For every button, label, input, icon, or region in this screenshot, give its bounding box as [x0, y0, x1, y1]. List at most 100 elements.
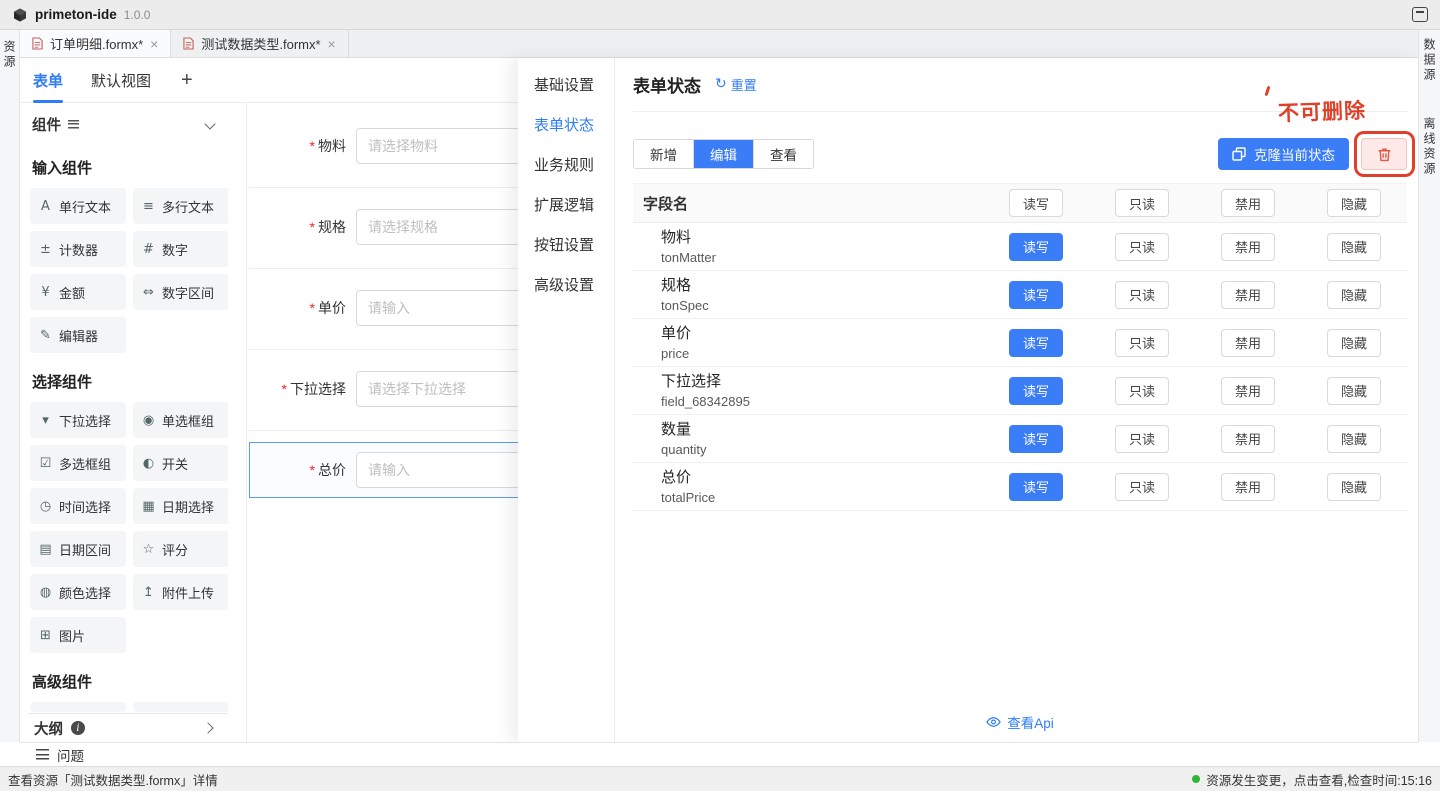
component-item-number[interactable]: #数字: [133, 231, 228, 267]
state-disabled-button[interactable]: 禁用: [1221, 233, 1275, 261]
state-readwrite-button[interactable]: 读写: [1009, 281, 1063, 309]
datasource-dock-toggle[interactable]: 数据源: [1421, 38, 1438, 83]
menu-item-advanced-settings[interactable]: 高级设置: [518, 264, 614, 304]
state-readonly-button[interactable]: 只读: [1115, 473, 1169, 501]
state-hidden-button[interactable]: 隐藏: [1327, 233, 1381, 261]
state-readwrite-button[interactable]: 读写: [1009, 425, 1063, 453]
state-disabled-button[interactable]: 禁用: [1221, 329, 1275, 357]
delete-state-button[interactable]: [1361, 138, 1407, 170]
state-disabled-button[interactable]: 禁用: [1221, 473, 1275, 501]
menu-item-form-state[interactable]: 表单状态: [518, 104, 614, 144]
state-hidden-button[interactable]: 隐藏: [1327, 425, 1381, 453]
component-item-switch[interactable]: ◐开关: [133, 445, 228, 481]
state-toolbar: 新增 编辑 查看 克隆当前状态: [633, 138, 1407, 170]
component-item-color-picker[interactable]: ◍颜色选择: [30, 574, 126, 610]
clone-current-state-button[interactable]: 克隆当前状态: [1218, 138, 1349, 170]
file-tab-order-detail[interactable]: 订单明细.formx* ×: [20, 30, 171, 57]
field-name: field_68342895: [661, 393, 983, 411]
component-item[interactable]: [133, 702, 228, 712]
info-icon[interactable]: i: [71, 721, 85, 735]
canvas-row-separator: [249, 430, 523, 431]
editor-icon: ✎: [38, 328, 53, 343]
state-disabled-button[interactable]: 禁用: [1221, 281, 1275, 309]
state-readonly-button[interactable]: 只读: [1115, 425, 1169, 453]
add-view-button[interactable]: +: [181, 70, 193, 90]
close-icon[interactable]: ×: [150, 37, 158, 51]
state-readwrite-button[interactable]: 读写: [1009, 377, 1063, 405]
changelog-icon[interactable]: [1412, 7, 1428, 22]
view-api-link[interactable]: 查看Api: [633, 712, 1407, 732]
component-item-multiline-text[interactable]: ≡多行文本: [133, 188, 228, 224]
problems-panel-toggle[interactable]: 问题: [20, 742, 1418, 766]
component-item[interactable]: [30, 702, 126, 712]
component-item-date-picker[interactable]: ▦日期选择: [133, 488, 228, 524]
field-name: tonMatter: [661, 249, 983, 267]
component-item-amount[interactable]: ¥金额: [30, 274, 126, 310]
component-item-editor[interactable]: ✎编辑器: [30, 317, 126, 353]
component-item-date-range[interactable]: ▤日期区间: [30, 531, 126, 567]
component-item-rating[interactable]: ☆评分: [133, 531, 228, 567]
chevron-right-icon[interactable]: [202, 722, 213, 733]
field-label: *规格: [247, 217, 346, 237]
table-row: 下拉选择field_68342895 读写 只读 禁用 隐藏: [633, 367, 1407, 415]
state-hidden-button[interactable]: 隐藏: [1327, 281, 1381, 309]
palette-menu-icon: [68, 120, 79, 129]
state-tab-add[interactable]: 新增: [634, 140, 694, 168]
state-readwrite-button[interactable]: 读写: [1009, 233, 1063, 261]
menu-item-extension-logic[interactable]: 扩展逻辑: [518, 184, 614, 224]
state-hidden-button[interactable]: 隐藏: [1327, 329, 1381, 357]
titlebar: primeton-ide 1.0.0: [0, 0, 1440, 30]
state-readonly-button[interactable]: 只读: [1115, 233, 1169, 261]
offline-resources-dock-toggle[interactable]: 离线资源: [1421, 117, 1438, 177]
canvas-row-separator: [249, 187, 523, 188]
state-disabled-button[interactable]: 禁用: [1221, 425, 1275, 453]
resources-dock-toggle[interactable]: 资源: [1, 40, 18, 742]
state-readonly-button[interactable]: 只读: [1115, 377, 1169, 405]
component-item-radio-group[interactable]: ◉单选框组: [133, 402, 228, 438]
resource-change-notice[interactable]: 资源发生变更，点击查看,检查时间:15:16: [1192, 770, 1432, 789]
component-item-time-picker[interactable]: ◷时间选择: [30, 488, 126, 524]
close-icon[interactable]: ×: [328, 37, 336, 51]
reset-link[interactable]: ↻重置: [715, 75, 757, 94]
field-label: 物料: [661, 227, 983, 249]
menu-item-button-settings[interactable]: 按钮设置: [518, 224, 614, 264]
radio-group-icon: ◉: [141, 413, 156, 428]
state-hidden-button[interactable]: 隐藏: [1327, 377, 1381, 405]
copy-icon: [1232, 147, 1246, 161]
field-name: totalPrice: [661, 489, 983, 507]
header-disabled-button[interactable]: 禁用: [1221, 189, 1275, 217]
field-label: 下拉选择: [661, 371, 983, 393]
state-tab-edit[interactable]: 编辑: [694, 140, 754, 168]
component-item-single-line-text[interactable]: A单行文本: [30, 188, 126, 224]
state-readonly-button[interactable]: 只读: [1115, 329, 1169, 357]
menu-item-basic-settings[interactable]: 基础设置: [518, 64, 614, 104]
state-disabled-button[interactable]: 禁用: [1221, 377, 1275, 405]
component-item-image[interactable]: ⊞图片: [30, 617, 126, 653]
problems-label: 问题: [57, 745, 84, 765]
component-item-attachment-upload[interactable]: ↥附件上传: [133, 574, 228, 610]
input-components-grid: A单行文本 ≡多行文本 ±计数器 #数字 ¥金额 ⇔数字区间 ✎编辑器: [28, 188, 228, 353]
file-tab-test-datatypes[interactable]: 测试数据类型.formx* ×: [171, 30, 348, 57]
state-readonly-button[interactable]: 只读: [1115, 281, 1169, 309]
palette-title: 组件: [32, 114, 61, 135]
status-message-left: 查看资源「测试数据类型.formx」详情: [8, 770, 218, 789]
outline-toggle[interactable]: 大纲 i: [28, 713, 228, 742]
state-tab-group: 新增 编辑 查看: [633, 139, 814, 169]
component-item-counter[interactable]: ±计数器: [30, 231, 126, 267]
tab-form[interactable]: 表单: [33, 58, 63, 103]
component-item-checkbox-group[interactable]: ☑多选框组: [30, 445, 126, 481]
component-item-number-range[interactable]: ⇔数字区间: [133, 274, 228, 310]
chevron-down-icon[interactable]: [204, 118, 215, 129]
header-readonly-button[interactable]: 只读: [1115, 189, 1169, 217]
section-title-select: 选择组件: [32, 371, 224, 392]
component-item-dropdown[interactable]: ▾下拉选择: [30, 402, 126, 438]
header-hidden-button[interactable]: 隐藏: [1327, 189, 1381, 217]
header-readwrite-button[interactable]: 读写: [1009, 189, 1063, 217]
menu-item-business-rules[interactable]: 业务规则: [518, 144, 614, 184]
app-window: primeton-ide 1.0.0 资源 数据源 离线资源 订单明细.form…: [0, 0, 1440, 791]
state-readwrite-button[interactable]: 读写: [1009, 473, 1063, 501]
state-tab-view[interactable]: 查看: [754, 140, 813, 168]
state-hidden-button[interactable]: 隐藏: [1327, 473, 1381, 501]
state-readwrite-button[interactable]: 读写: [1009, 329, 1063, 357]
tab-default-view[interactable]: 默认视图: [91, 58, 151, 103]
